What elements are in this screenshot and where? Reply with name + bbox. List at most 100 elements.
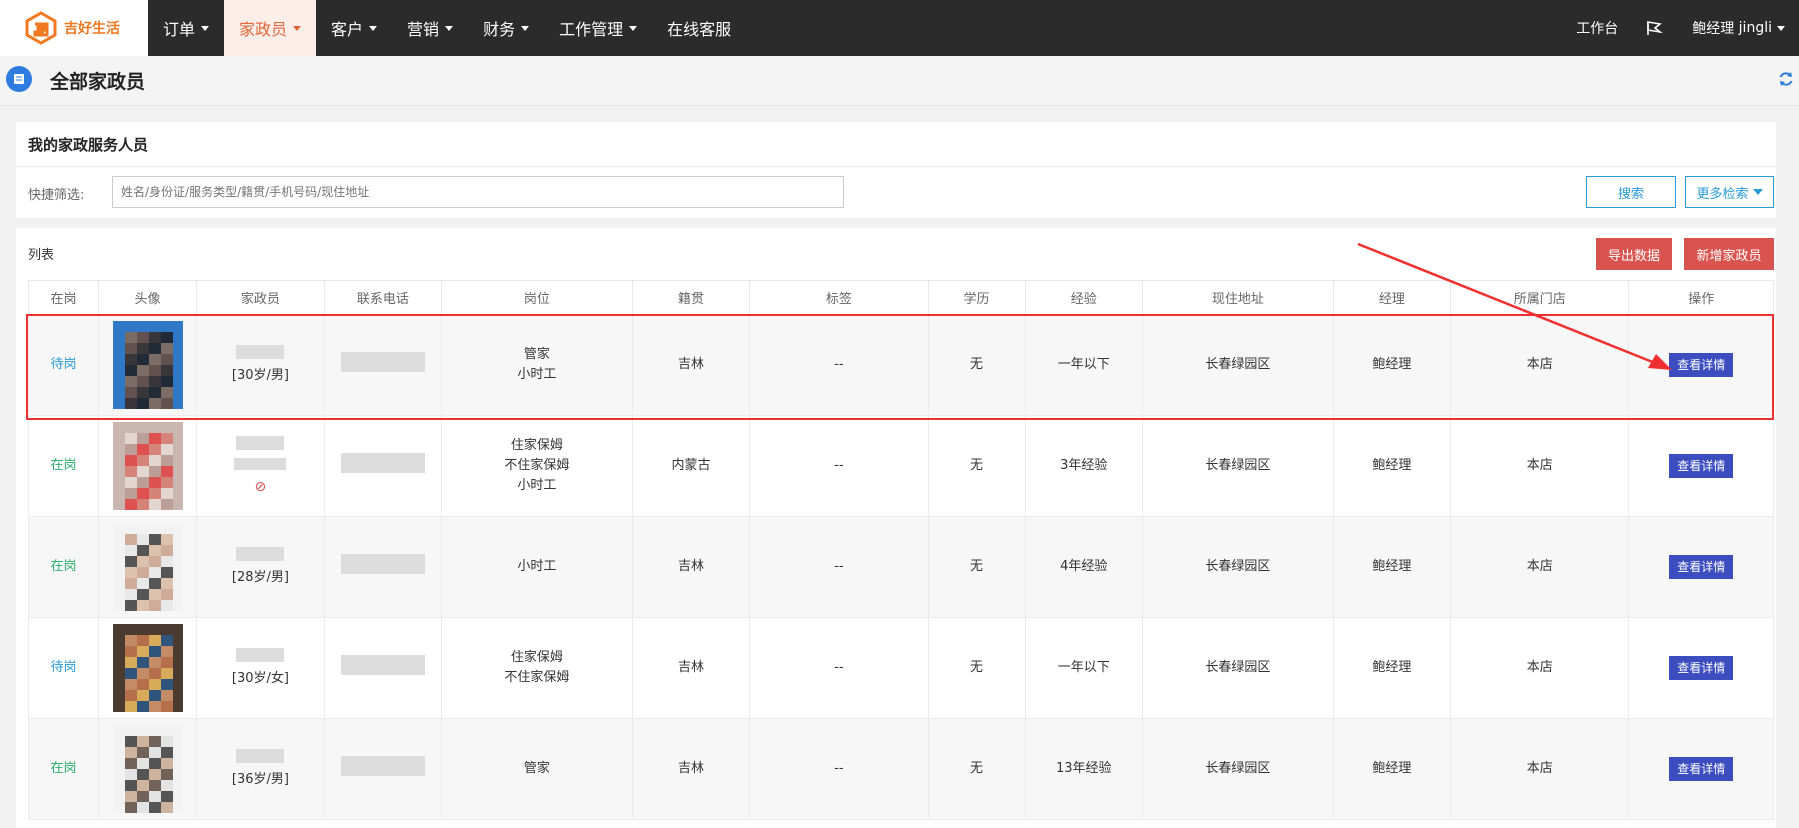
origin-cell: 内蒙古	[631, 415, 751, 517]
nav-item-0[interactable]: 订单	[148, 0, 224, 56]
page-header: 全部家政员	[0, 56, 1799, 106]
experience-cell: 4年经验	[1024, 516, 1143, 618]
nav-item-label: 财务	[483, 20, 516, 39]
nav-item-1[interactable]: 家政员	[224, 0, 317, 56]
search-button[interactable]: 搜索	[1586, 176, 1676, 208]
view-details-button[interactable]: 查看详情	[1669, 757, 1734, 781]
status-text: 在岗	[50, 559, 77, 574]
column-header[interactable]: 岗位	[441, 280, 633, 315]
nav-item-label: 营销	[407, 20, 440, 39]
view-details-button[interactable]: 查看详情	[1669, 454, 1734, 478]
nav-item-5[interactable]: 工作管理	[544, 0, 652, 56]
column-header[interactable]: 学历	[927, 280, 1026, 315]
tags-cell: --	[749, 314, 929, 416]
avatar-cell[interactable]	[97, 415, 198, 517]
address-cell: 长春绿园区	[1141, 617, 1334, 719]
export-data-button[interactable]: 导出数据	[1596, 238, 1672, 270]
table-body: 待岗 [30岁/男] 管家 小时工 吉林 -- 无一年以下 长春绿园区 鲍经理 本店 查看详情 在岗 ⊘…	[28, 314, 1774, 820]
chevron-down-icon	[1777, 25, 1785, 31]
role-item: 小时工	[517, 478, 557, 493]
store-cell: 本店	[1450, 415, 1630, 517]
phone-cell	[323, 314, 443, 416]
workbench-link[interactable]: 工作台	[1562, 18, 1632, 38]
status-text: 待岗	[50, 357, 77, 372]
avatar-cell[interactable]	[97, 314, 198, 416]
origin-cell: 吉林	[631, 617, 751, 719]
filter-panel-title: 我的家政服务人员	[28, 136, 149, 154]
filter-panel: 我的家政服务人员 快捷筛选: 搜索 更多检索	[16, 122, 1776, 218]
housekeeper-cell[interactable]: [30岁/男]	[196, 314, 325, 416]
column-header[interactable]: 籍贯	[631, 280, 751, 315]
store-cell: 本店	[1450, 516, 1630, 618]
nav-item-label: 订单	[163, 20, 196, 39]
column-header[interactable]: 现住地址	[1141, 280, 1334, 315]
add-housekeeper-button[interactable]: 新增家政员	[1684, 238, 1774, 270]
address-cell: 长春绿园区	[1141, 718, 1334, 820]
view-details-button[interactable]: 查看详情	[1669, 656, 1734, 680]
manager-cell: 鲍经理	[1332, 314, 1452, 416]
origin-cell: 吉林	[631, 516, 751, 618]
table-row: 在岗 ⊘ 住家保姆 不住家保姆 小时工 内蒙古 -- 无 3年经验 长春绿园区 鲍经理 本店 查看详情	[28, 415, 1774, 517]
column-header[interactable]: 经理	[1332, 280, 1452, 315]
address-cell: 长春绿园区	[1141, 415, 1334, 517]
column-header[interactable]: 操作	[1628, 280, 1774, 315]
table-header-row: 在岗 头像 家政员 联系电话 岗位 籍贯 标签 学历 经验 现住地址 经理 所属门店 操作	[28, 280, 1774, 315]
page-title: 全部家政员	[50, 71, 146, 93]
column-header[interactable]: 头像	[97, 280, 198, 315]
nav-item-2[interactable]: 客户	[316, 0, 392, 56]
forbid-icon: ⊘	[254, 478, 267, 495]
user-menu[interactable]: 鲍经理 jingli	[1678, 18, 1799, 38]
notification-flag-icon[interactable]	[1632, 20, 1678, 36]
age-gender: [30岁/男]	[231, 367, 289, 383]
avatar	[112, 624, 183, 712]
column-header[interactable]: 家政员	[196, 280, 325, 315]
origin-cell: 吉林	[631, 718, 751, 820]
nav-item-3[interactable]: 营销	[392, 0, 468, 56]
column-header[interactable]: 联系电话	[323, 280, 443, 315]
avatar-cell[interactable]	[97, 617, 198, 719]
education-cell: 无	[927, 718, 1026, 820]
phone-cell	[323, 617, 443, 719]
tags-cell: --	[749, 718, 929, 820]
advanced-search-button[interactable]: 更多检索	[1685, 176, 1774, 208]
nav-right: 工作台 鲍经理 jingli	[1562, 0, 1799, 56]
user-role: 鲍经理	[1692, 21, 1735, 37]
status-text: 待岗	[50, 660, 77, 675]
manager-cell: 鲍经理	[1332, 718, 1452, 820]
roles-cell: 管家 小时工	[441, 314, 633, 416]
address-cell: 长春绿园区	[1141, 314, 1334, 416]
role-item: 小时工	[517, 559, 557, 574]
housekeeper-cell[interactable]: [30岁/女]	[196, 617, 325, 719]
view-details-button[interactable]: 查看详情	[1669, 555, 1734, 579]
housekeeper-cell[interactable]: ⊘	[196, 415, 325, 517]
chevron-down-icon	[521, 25, 530, 31]
brand-logo[interactable]: 吉好生活	[0, 0, 148, 56]
column-header[interactable]: 经验	[1024, 280, 1143, 315]
age-gender: [30岁/女]	[231, 670, 289, 686]
nav-item-6[interactable]: 在线客服	[652, 0, 746, 56]
phone-cell	[323, 516, 443, 618]
role-item: 住家保姆	[510, 650, 563, 665]
tags-cell: --	[749, 415, 929, 517]
column-header[interactable]: 在岗	[28, 280, 99, 315]
avatar-cell[interactable]	[97, 516, 198, 618]
avatar	[112, 725, 183, 813]
housekeeper-table: 在岗 头像 家政员 联系电话 岗位 籍贯 标签 学历 经验 现住地址 经理 所属门店 操作 待岗 [30岁…	[28, 280, 1774, 820]
nav-item-4[interactable]: 财务	[468, 0, 544, 56]
education-cell: 无	[927, 516, 1026, 618]
column-header[interactable]: 标签	[749, 280, 929, 315]
table-row: 待岗 [30岁/男] 管家 小时工 吉林 -- 无一年以下 长春绿园区 鲍经理 本店 查看详情	[28, 314, 1774, 416]
column-header[interactable]: 所属门店	[1450, 280, 1630, 315]
view-details-button[interactable]: 查看详情	[1669, 353, 1734, 377]
divider	[16, 166, 1776, 167]
blurred-name	[236, 435, 285, 450]
action-cell: 查看详情	[1628, 516, 1774, 618]
experience-cell: 一年以下	[1024, 617, 1143, 719]
housekeeper-cell[interactable]: [28岁/男]	[196, 516, 325, 618]
housekeeper-cell[interactable]: [36岁/男]	[196, 718, 325, 820]
quick-filter-input[interactable]	[112, 176, 844, 208]
avatar-cell[interactable]	[97, 718, 198, 820]
action-cell: 查看详情	[1628, 617, 1774, 719]
refresh-icon[interactable]	[1777, 70, 1795, 88]
tags-cell: --	[749, 617, 929, 719]
